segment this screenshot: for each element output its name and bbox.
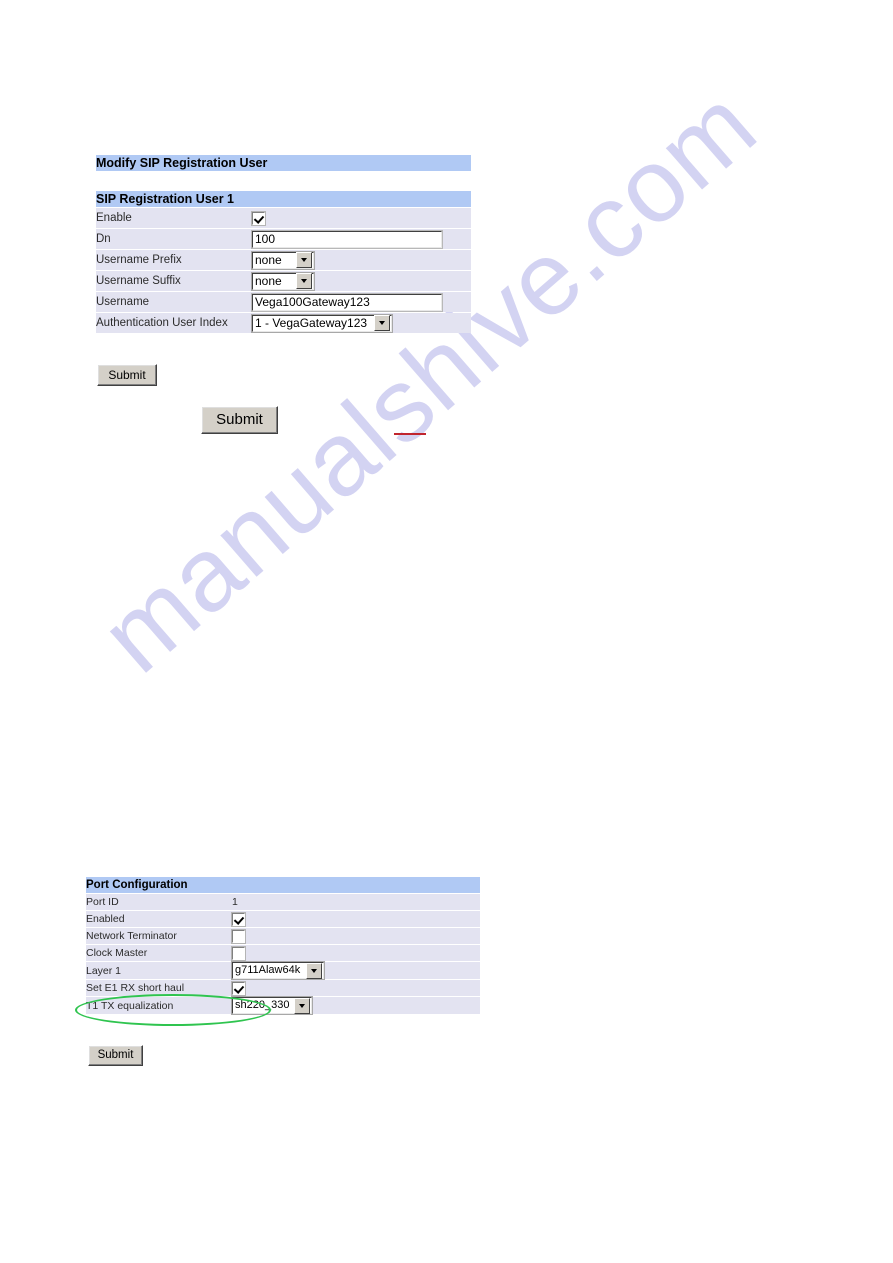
chevron-down-icon[interactable] <box>306 962 322 979</box>
table-row: Layer 1 g711Alaw64k <box>86 961 480 980</box>
enable-checkbox[interactable] <box>251 210 266 226</box>
section-title-row: SIP Registration User 1 <box>96 191 471 207</box>
table-row: Enabled <box>86 911 480 927</box>
enlarged-submit-button[interactable]: Submit <box>201 406 278 434</box>
chevron-down-icon[interactable] <box>296 273 312 289</box>
row-value-t1-tx-equalization: sh220_330 <box>231 996 480 1015</box>
username-prefix-selected-value: none <box>255 252 282 267</box>
row-value-username: Vega100Gateway123 <box>251 292 471 312</box>
table-row: Authentication User Index 1 - VegaGatewa… <box>96 313 471 333</box>
row-value-enabled <box>231 911 480 927</box>
row-value-layer-1: g711Alaw64k <box>231 961 480 980</box>
network-terminator-checkbox[interactable] <box>231 928 246 944</box>
sip-registration-table: Modify SIP Registration User SIP Registr… <box>96 154 471 334</box>
red-underline-annotation <box>394 433 426 435</box>
row-value-authentication-user-index: 1 - VegaGateway123 <box>251 313 471 333</box>
row-label-enabled: Enabled <box>86 911 232 927</box>
sip-submit-button[interactable]: Submit <box>97 364 157 386</box>
username-suffix-select[interactable]: none <box>251 271 315 291</box>
authentication-user-index-select[interactable]: 1 - VegaGateway123 <box>251 313 393 333</box>
row-label-t1-tx-equalization: T1 TX equalization <box>86 997 232 1014</box>
port-configuration-table: Port Configuration Port ID 1 Enabled Net… <box>86 876 480 1015</box>
section-title-row: Port Configuration <box>86 877 480 893</box>
enabled-checkbox[interactable] <box>231 911 246 927</box>
row-value-port-id: 1 <box>232 894 480 910</box>
port-id-value: 1 <box>232 896 238 908</box>
port-section-title: Port Configuration <box>86 877 480 893</box>
set-e1-rx-short-haul-checkbox[interactable] <box>231 980 246 996</box>
table-row: Username Vega100Gateway123 <box>96 292 471 312</box>
table-row: T1 TX equalization sh220_330 <box>86 996 480 1015</box>
port-submit-button[interactable]: Submit <box>88 1045 143 1066</box>
spacer-row <box>96 172 471 190</box>
row-label-authentication-user-index: Authentication User Index <box>96 313 252 333</box>
layer-1-select[interactable]: g711Alaw64k <box>231 961 325 980</box>
row-label-username-suffix: Username Suffix <box>96 271 252 291</box>
dn-input[interactable]: 100 <box>251 229 443 249</box>
table-row: Network Terminator <box>86 928 480 944</box>
row-label-layer-1: Layer 1 <box>86 962 232 979</box>
document-page: Modify SIP Registration User SIP Registr… <box>0 0 893 1263</box>
chevron-down-icon[interactable] <box>296 252 312 268</box>
page-title-row: Modify SIP Registration User <box>96 155 471 171</box>
t1-tx-equalization-selected-value: sh220_330 <box>235 999 290 1011</box>
table-row: Port ID 1 <box>86 894 480 910</box>
row-value-clock-master <box>231 945 480 961</box>
sip-registration-section: Modify SIP Registration User SIP Registr… <box>96 154 471 334</box>
row-label-network-terminator: Network Terminator <box>86 928 232 944</box>
authentication-user-index-selected-value: 1 - VegaGateway123 <box>255 315 368 330</box>
row-label-set-e1-rx-short-haul: Set E1 RX short haul <box>86 980 232 996</box>
row-label-dn: Dn <box>96 229 252 249</box>
row-value-network-terminator <box>231 928 480 944</box>
row-label-username: Username <box>96 292 252 312</box>
row-value-username-prefix: none <box>251 250 471 270</box>
row-label-username-prefix: Username Prefix <box>96 250 252 270</box>
layer-1-selected-value: g711Alaw64k <box>235 964 301 976</box>
t1-tx-equalization-select[interactable]: sh220_330 <box>231 996 313 1015</box>
table-row: Username Prefix none <box>96 250 471 270</box>
username-prefix-select[interactable]: none <box>251 250 315 270</box>
username-suffix-selected-value: none <box>255 273 282 288</box>
clock-master-checkbox[interactable] <box>231 945 246 961</box>
page-title: Modify SIP Registration User <box>96 155 471 171</box>
row-value-dn: 100 <box>251 229 471 249</box>
table-row: Set E1 RX short haul <box>86 980 480 996</box>
chevron-down-icon[interactable] <box>294 997 310 1014</box>
row-value-enable <box>251 208 471 228</box>
row-value-username-suffix: none <box>251 271 471 291</box>
port-configuration-section: Port Configuration Port ID 1 Enabled Net… <box>86 876 480 1015</box>
row-label-enable: Enable <box>96 208 252 228</box>
row-label-clock-master: Clock Master <box>86 945 232 961</box>
chevron-down-icon[interactable] <box>374 315 390 331</box>
table-row: Enable <box>96 208 471 228</box>
table-row: Dn 100 <box>96 229 471 249</box>
table-row: Clock Master <box>86 945 480 961</box>
row-label-port-id: Port ID <box>86 894 232 910</box>
spacer-cell <box>96 172 471 190</box>
row-value-set-e1-rx-short-haul <box>231 980 480 996</box>
table-row: Username Suffix none <box>96 271 471 291</box>
username-input[interactable]: Vega100Gateway123 <box>251 292 443 312</box>
section-title: SIP Registration User 1 <box>96 191 471 207</box>
